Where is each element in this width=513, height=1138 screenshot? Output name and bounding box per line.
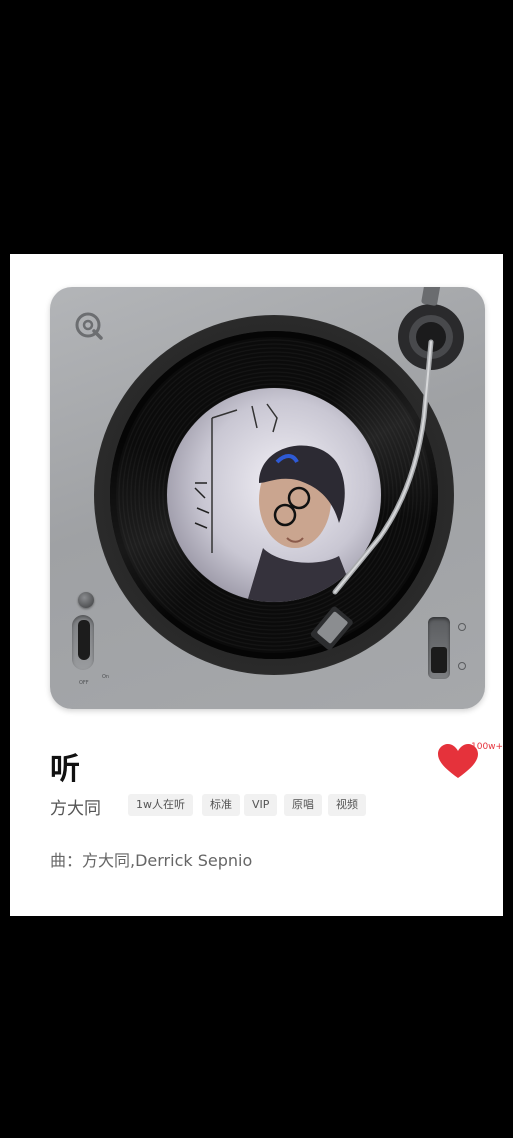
speed-indicator-dot — [458, 662, 466, 670]
tag-video[interactable]: 视频 — [328, 794, 366, 816]
artist-name[interactable]: 方大同 — [50, 794, 101, 819]
tag-quality[interactable]: 标准 — [202, 794, 240, 816]
power-lever[interactable] — [78, 620, 90, 660]
vinyl-record[interactable] — [110, 331, 438, 659]
composer-credit: 曲：方大同,Derrick Sepnio — [50, 851, 253, 870]
power-indicator-knob — [78, 592, 94, 608]
tag-listening: 1w人在听 — [128, 794, 193, 816]
speed-indicator-dot — [458, 623, 466, 631]
tag-vip[interactable]: VIP — [244, 794, 278, 816]
tag-original[interactable]: 原唱 — [284, 794, 322, 816]
turntable-player[interactable]: OFF On — [50, 287, 485, 709]
album-cover-art — [167, 388, 381, 602]
power-on-label: On — [102, 674, 110, 680]
q-logo-icon — [75, 312, 103, 340]
like-count: 100w+ — [471, 742, 504, 752]
speed-lever[interactable] — [431, 647, 447, 673]
song-title: 听 — [50, 752, 80, 787]
song-card: OFF On 听 100w+ 方大同 1w人在听 标准 VIP 原唱 视频 曲：… — [10, 254, 503, 916]
power-off-label: OFF — [79, 680, 89, 686]
